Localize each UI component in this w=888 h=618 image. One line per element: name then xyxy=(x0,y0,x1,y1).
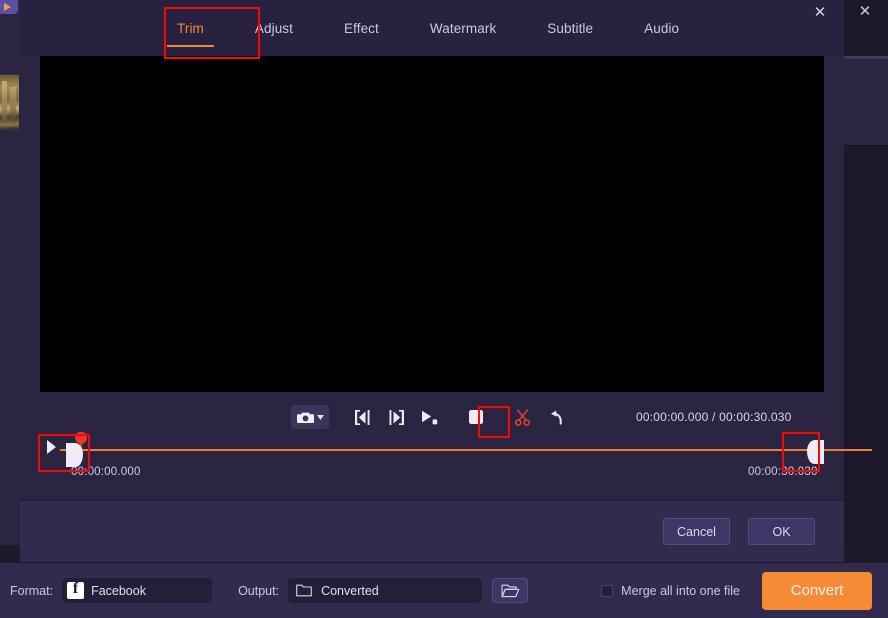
output-label: Output: xyxy=(238,583,280,598)
format-value: Facebook xyxy=(91,583,146,598)
tab-subtitle[interactable]: Subtitle xyxy=(535,0,605,56)
cut-button[interactable] xyxy=(505,404,539,430)
tab-audio-label: Audio xyxy=(644,20,680,36)
facebook-icon xyxy=(67,580,85,599)
time-readout: 00:00:00.000 / 00:00:30.030 xyxy=(636,410,792,424)
output-value: Converted xyxy=(321,583,379,598)
tab-adjust[interactable]: Adjust xyxy=(243,0,305,56)
output-path-field[interactable]: Converted xyxy=(288,578,483,603)
format-selector[interactable]: Facebook xyxy=(62,578,213,603)
merge-label: Merge all into one file xyxy=(621,583,740,598)
playback-controls xyxy=(291,404,573,430)
tab-trim-label: Trim xyxy=(177,20,204,36)
format-label: Format: xyxy=(10,583,54,598)
ok-button[interactable]: OK xyxy=(748,518,815,545)
play-segment-icon xyxy=(421,410,439,425)
tab-watermark-label: Watermark xyxy=(429,20,497,36)
merge-option[interactable]: Merge all into one file xyxy=(601,584,740,598)
tab-subtitle-label: Subtitle xyxy=(547,20,594,36)
undo-button[interactable] xyxy=(539,404,573,430)
previous-frame-icon xyxy=(354,409,371,425)
trim-start-label: 00:00:00.000 xyxy=(71,466,141,478)
background-right-panel xyxy=(844,0,888,545)
tab-audio[interactable]: Audio xyxy=(632,0,691,56)
dialog-footer: Cancel OK xyxy=(20,500,844,562)
convert-button[interactable]: Convert xyxy=(762,571,872,610)
app-logo-icon xyxy=(0,0,18,14)
tab-active-underline xyxy=(167,45,214,47)
cancel-button[interactable]: Cancel xyxy=(663,518,730,545)
trim-dialog: Trim Adjust Effect Watermark Subtitle Au… xyxy=(20,0,844,562)
timeline-play-cursor-icon xyxy=(47,440,56,454)
play-segment-button[interactable] xyxy=(413,404,447,430)
tab-trim[interactable]: Trim xyxy=(165,0,216,56)
snapshot-button[interactable] xyxy=(291,405,329,429)
tab-adjust-label: Adjust xyxy=(254,20,294,36)
stop-icon xyxy=(469,410,483,424)
app-close-icon[interactable]: ✕ xyxy=(852,2,878,22)
folder-icon xyxy=(296,584,312,597)
browse-folder-button[interactable] xyxy=(492,578,529,603)
video-preview[interactable] xyxy=(40,56,824,392)
folder-open-icon xyxy=(501,584,520,598)
background-left-rail xyxy=(0,0,20,545)
dialog-tab-bar: Trim Adjust Effect Watermark Subtitle Au… xyxy=(20,0,844,56)
timeline-track[interactable] xyxy=(60,449,872,451)
scissors-icon xyxy=(514,408,531,426)
preview-container xyxy=(20,56,844,392)
stop-button[interactable] xyxy=(459,404,493,430)
application-window: ✕ Trim Adjust Effect Watermark Subtitle xyxy=(0,0,888,618)
undo-icon xyxy=(548,410,565,425)
tab-effect[interactable]: Effect xyxy=(332,0,391,56)
camera-icon xyxy=(296,411,314,424)
chevron-down-icon xyxy=(316,414,324,420)
right-trim-handle[interactable] xyxy=(807,440,824,464)
bottom-toolbar: Format: Facebook Output: Converted xyxy=(0,563,888,618)
trim-end-label: 00:00:30.030 xyxy=(748,466,818,478)
tab-effect-label: Effect xyxy=(344,20,379,36)
previous-frame-button[interactable] xyxy=(345,404,379,430)
merge-checkbox[interactable] xyxy=(601,584,614,597)
playback-controls-row: 00:00:00.000 / 00:00:30.030 xyxy=(20,398,844,436)
next-frame-button[interactable] xyxy=(379,404,413,430)
tab-watermark[interactable]: Watermark xyxy=(418,0,508,56)
dialog-close-icon[interactable]: ✕ xyxy=(808,2,832,24)
next-frame-icon xyxy=(388,409,405,425)
trim-timeline[interactable] xyxy=(20,436,844,500)
background-panel-card xyxy=(844,58,888,146)
left-trim-handle[interactable] xyxy=(66,443,83,467)
video-thumbnail xyxy=(0,74,19,130)
